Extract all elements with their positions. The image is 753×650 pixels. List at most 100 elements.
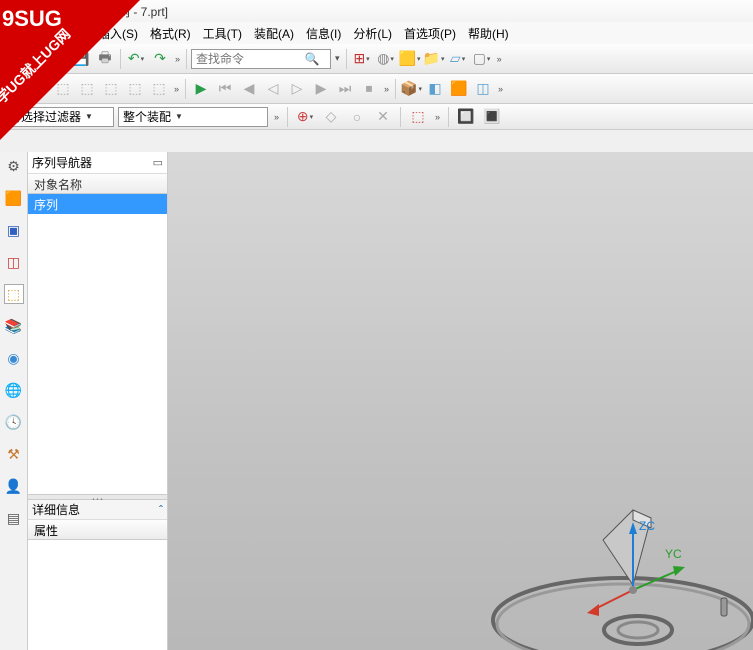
assembly-add-button[interactable]: ⬚ bbox=[4, 78, 26, 100]
collapse-icon[interactable]: ˆ bbox=[159, 503, 163, 517]
column-header-property[interactable]: 属性 bbox=[28, 520, 167, 540]
navigator-title: 序列导航器 bbox=[32, 154, 92, 171]
menu-format[interactable]: 格式(R) bbox=[144, 22, 197, 45]
render-style-button[interactable]: ◍ bbox=[375, 48, 397, 70]
snap-intersect-button[interactable]: ✕ bbox=[372, 106, 394, 128]
substitute-button[interactable]: ◫ bbox=[472, 78, 494, 100]
tree-row-sequence[interactable]: 序列 bbox=[28, 194, 167, 214]
clip-button[interactable]: ▱ bbox=[447, 48, 469, 70]
assembly-mirror-button[interactable]: ⬚ bbox=[76, 78, 98, 100]
pin-icon[interactable]: ▭ bbox=[153, 156, 163, 169]
browser-tab[interactable]: 🌐 bbox=[4, 380, 24, 400]
search-input[interactable] bbox=[192, 52, 302, 66]
arrangement-button[interactable]: ◧ bbox=[424, 78, 446, 100]
seq-rewind-button[interactable]: ⏮ bbox=[214, 78, 236, 100]
menu-assembly[interactable]: 装配(A) bbox=[248, 22, 300, 45]
search-icon[interactable]: 🔍 bbox=[302, 52, 322, 66]
command-search[interactable]: 🔍 bbox=[191, 49, 331, 69]
overflow-2[interactable]: » bbox=[173, 54, 182, 64]
assembly-navigator-tab[interactable]: ◫ bbox=[4, 252, 24, 272]
toolbar-2: ⬚ ⬚ ⬚ ⬚ ⬚ ⬚ ⬚ » ▶ ⏮ ◀ ◁ ▷ ▶ ⏭ ⏹ » 📦 ◧ 🟧 … bbox=[0, 74, 753, 104]
history-tab[interactable]: 🕓 bbox=[4, 412, 24, 432]
overflow-1[interactable]: » bbox=[52, 54, 61, 64]
assembly-constrain-button[interactable]: ⬚ bbox=[100, 78, 122, 100]
seq-stop-button[interactable]: ⏹ bbox=[358, 78, 380, 100]
part-navigator-tab[interactable]: 🟧 bbox=[4, 188, 24, 208]
seq-stepfwd-button[interactable]: ▷ bbox=[286, 78, 308, 100]
separator bbox=[65, 49, 66, 69]
undo-button[interactable]: ↶ bbox=[125, 48, 147, 70]
overflow-7[interactable]: » bbox=[272, 112, 281, 122]
resource-bar: ⚙ 🟧 ▣ ◫ ⬚ 📚 ◉ 🌐 🕓 ⚒ 👤 ▤ bbox=[0, 152, 28, 650]
assembly-new-button[interactable]: ⬚ bbox=[28, 78, 50, 100]
sequence-navigator-tab[interactable]: ⬚ bbox=[4, 284, 24, 304]
yc-label: YC bbox=[665, 547, 682, 561]
gear-icon[interactable]: ⚙ bbox=[4, 156, 24, 176]
seq-stepback-button[interactable]: ◁ bbox=[262, 78, 284, 100]
reuse-library-tab[interactable]: 📚 bbox=[4, 316, 24, 336]
snap-mid-button[interactable]: ◇ bbox=[320, 106, 342, 128]
reference-button[interactable]: 🟧 bbox=[448, 78, 470, 100]
title-bar: 序列 - [学UG就上UG网 - 7.prt] bbox=[0, 0, 753, 22]
menu-bar: 视图(V) 插入(S) 格式(R) 工具(T) 装配(A) 信息(I) 分析(L… bbox=[0, 22, 753, 44]
navigator-tree[interactable]: 序列 bbox=[28, 194, 167, 494]
constraint-navigator-tab[interactable]: ▣ bbox=[4, 220, 24, 240]
assembly-pattern-button[interactable]: ⬚ bbox=[52, 78, 74, 100]
assembly-move-button[interactable]: ⬚ bbox=[124, 78, 146, 100]
separator bbox=[287, 107, 288, 127]
seq-prev-button[interactable]: ◀ bbox=[238, 78, 260, 100]
overflow-5[interactable]: » bbox=[382, 84, 391, 94]
redo-button[interactable]: ↷ bbox=[149, 48, 171, 70]
navigator-header: 序列导航器 ▭ bbox=[28, 152, 167, 174]
seq-next-button[interactable]: ▶ bbox=[310, 78, 332, 100]
overflow-8[interactable]: » bbox=[433, 112, 442, 122]
seq-play-button[interactable]: ▶ bbox=[190, 78, 212, 100]
new-button[interactable]: ▭ bbox=[4, 48, 26, 70]
seq-end-button[interactable]: ⏭ bbox=[334, 78, 356, 100]
roles-tab[interactable]: 👤 bbox=[4, 476, 24, 496]
menu-view[interactable]: 视图(V) bbox=[40, 22, 92, 45]
search-dd[interactable]: ▾ bbox=[333, 53, 342, 64]
separator bbox=[448, 107, 449, 127]
menu-analyze[interactable]: 分析(L) bbox=[347, 22, 398, 45]
graphics-viewport[interactable]: ZC YC bbox=[168, 152, 753, 650]
view-triad: ZC YC bbox=[573, 500, 693, 620]
save-button[interactable]: 💾 bbox=[70, 48, 92, 70]
layer-button[interactable]: 📁 bbox=[423, 48, 445, 70]
details-body bbox=[28, 540, 167, 650]
separator bbox=[400, 107, 401, 127]
menu-tools[interactable]: 工具(T) bbox=[197, 22, 248, 45]
assembly-scope-combo[interactable]: 整个装配 ▼ bbox=[118, 107, 268, 127]
overflow-6[interactable]: » bbox=[496, 84, 505, 94]
separator bbox=[120, 49, 121, 69]
menu-pref[interactable]: 首选项(P) bbox=[398, 22, 462, 45]
assembly-explode-button[interactable]: ⬚ bbox=[148, 78, 170, 100]
wave-button[interactable]: 📦 bbox=[400, 78, 422, 100]
details-header: 详细信息 ˆ bbox=[28, 500, 167, 520]
column-header-object[interactable]: 对象名称 bbox=[28, 174, 167, 194]
list-tab[interactable]: ▤ bbox=[4, 508, 24, 528]
system-tab[interactable]: ⚒ bbox=[4, 444, 24, 464]
menu-help[interactable]: 帮助(H) bbox=[462, 22, 515, 45]
snap-center-button[interactable]: ○ bbox=[346, 106, 368, 128]
print-button[interactable]: 🖶 bbox=[94, 48, 116, 70]
selection-filter-combo[interactable]: 有选择过滤器 ▼ bbox=[4, 107, 114, 127]
separator bbox=[186, 49, 187, 69]
background-button[interactable]: ▢ bbox=[471, 48, 493, 70]
menu-info[interactable]: 信息(I) bbox=[300, 22, 347, 45]
open-button[interactable]: 📂 bbox=[28, 48, 50, 70]
zoom-button[interactable]: 🔳 bbox=[481, 106, 503, 128]
object-display-button[interactable]: 🟨 bbox=[399, 48, 421, 70]
overflow-4[interactable]: » bbox=[172, 84, 181, 94]
select-rect-button[interactable]: ⬚ bbox=[407, 106, 429, 128]
view-orient-button[interactable]: ⊞ bbox=[351, 48, 373, 70]
hd3d-tab[interactable]: ◉ bbox=[4, 348, 24, 368]
snap-point-button[interactable]: ⊕ bbox=[294, 106, 316, 128]
separator bbox=[185, 79, 186, 99]
overflow-3[interactable]: » bbox=[495, 54, 504, 64]
fit-button[interactable]: 🔲 bbox=[455, 106, 477, 128]
filter-bar: 有选择过滤器 ▼ 整个装配 ▼ » ⊕ ◇ ○ ✕ ⬚ » 🔲 🔳 bbox=[0, 104, 753, 130]
assembly-scope-text: 整个装配 bbox=[123, 108, 171, 125]
separator bbox=[346, 49, 347, 69]
menu-insert[interactable]: 插入(S) bbox=[92, 22, 144, 45]
